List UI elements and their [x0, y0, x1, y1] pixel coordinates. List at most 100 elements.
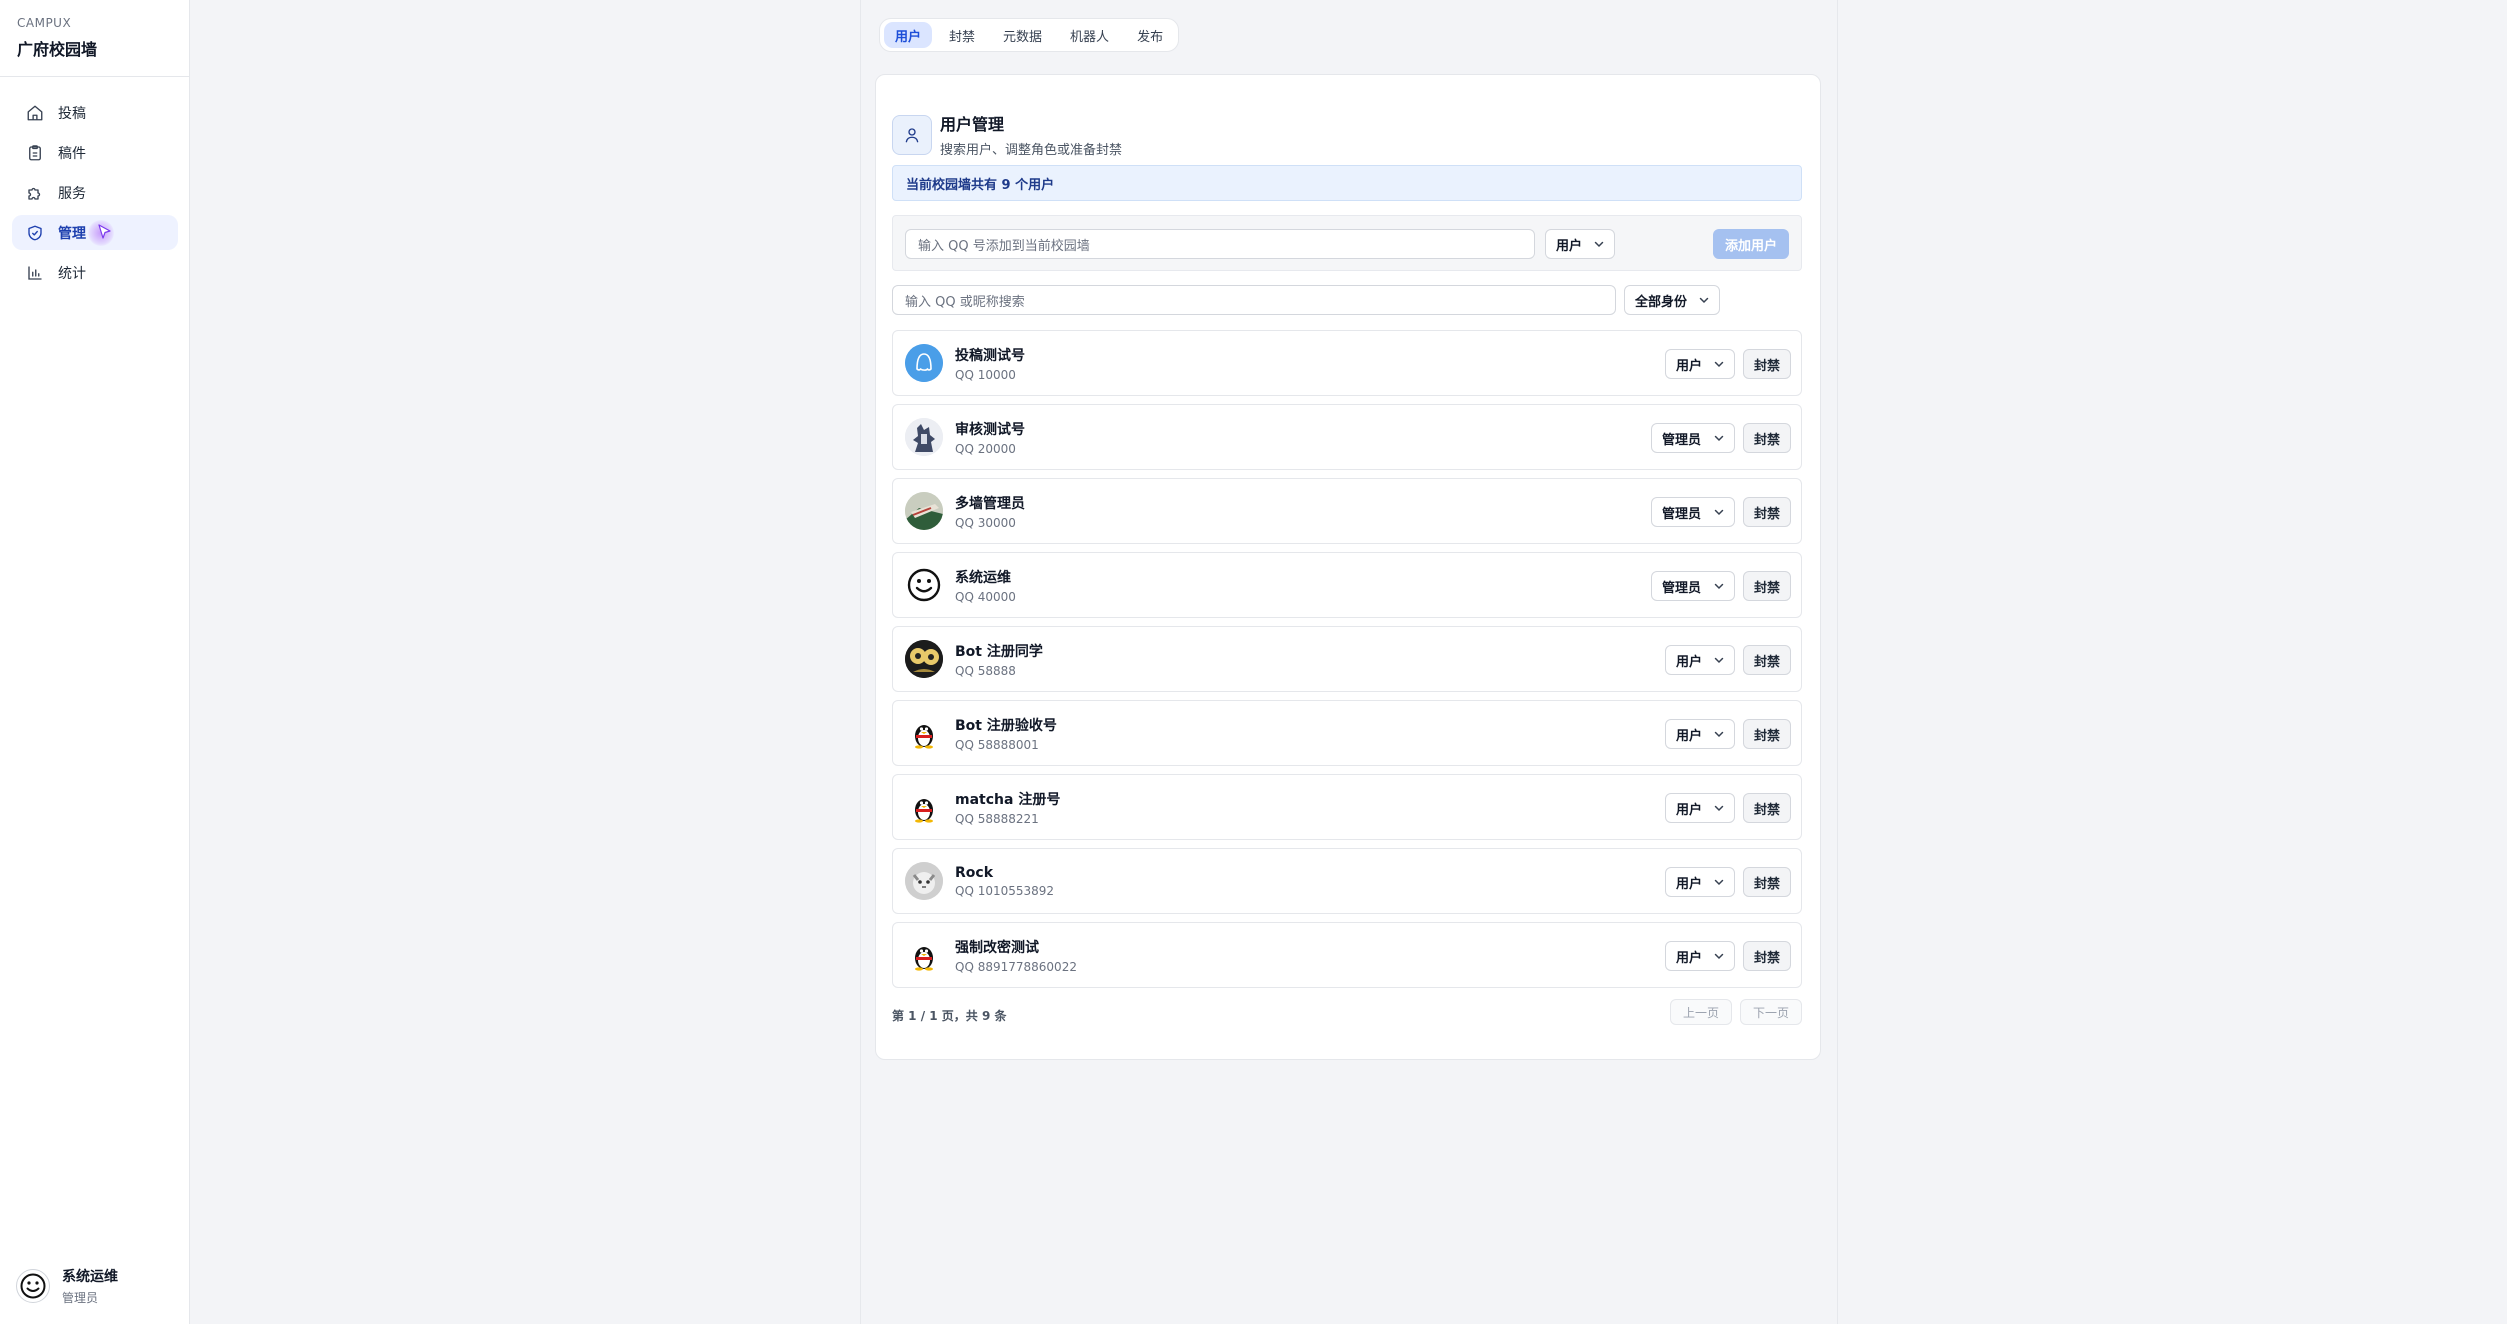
chevron-down-icon	[1713, 432, 1725, 444]
user-management-card: 用户管理 搜索用户、调整角色或准备封禁 当前校园墙共有 9 个用户 输入 QQ …	[875, 74, 1821, 1060]
ban-button[interactable]: 封禁	[1743, 719, 1791, 749]
add-role-select[interactable]: 用户	[1545, 229, 1615, 259]
avatar	[905, 936, 943, 974]
sidebar-item-label: 稿件	[58, 145, 86, 162]
sidebar-item-submit[interactable]: 投稿	[12, 95, 178, 130]
role-value: 用户	[1676, 654, 1703, 670]
chevron-down-icon	[1593, 238, 1605, 250]
add-qq-input[interactable]: 输入 QQ 号添加到当前校园墙	[905, 229, 1535, 259]
role-select[interactable]: 管理员	[1651, 423, 1735, 453]
admin-tabs: 用户 封禁 元数据 机器人 发布	[879, 18, 1180, 52]
role-value: 用户	[1676, 728, 1703, 744]
sidebar: CAMPUX 广府校园墙 投稿 稿件 服务 管理 统计 系统运维 管理员	[0, 0, 190, 1324]
avatar	[905, 788, 943, 826]
role-value: 管理员	[1662, 506, 1702, 522]
qq-penguin-icon	[915, 947, 933, 971]
role-select[interactable]: 管理员	[1651, 571, 1735, 601]
brand: CAMPUX 广府校园墙	[0, 0, 189, 77]
prev-page-button[interactable]: 上一页	[1669, 999, 1732, 1025]
chevron-down-icon	[1698, 294, 1710, 306]
shield-icon	[26, 224, 44, 242]
pagination: 上一页 下一页	[1662, 999, 1802, 1025]
role-select[interactable]: 用户	[1665, 867, 1735, 897]
pagination-summary: 第 1 / 1 页，共 9 条	[892, 1009, 1007, 1023]
ban-button[interactable]: 封禁	[1743, 867, 1791, 897]
user-qq: QQ 58888	[955, 663, 1016, 678]
role-value: 用户	[1676, 358, 1703, 374]
role-select[interactable]: 用户	[1665, 645, 1735, 675]
user-count-notice: 当前校园墙共有 9 个用户	[892, 165, 1802, 201]
bar-chart-icon	[26, 264, 44, 282]
ban-button[interactable]: 封禁	[1743, 423, 1791, 453]
anime-figure-avatar-icon	[905, 418, 943, 456]
user-name: 强制改密测试	[955, 939, 1039, 956]
cursor-icon	[98, 224, 112, 244]
role-value: 用户	[1676, 876, 1703, 892]
chevron-down-icon	[1713, 580, 1725, 592]
chevron-down-icon	[1713, 876, 1725, 888]
ban-button[interactable]: 封禁	[1743, 793, 1791, 823]
user-name: 审核测试号	[955, 421, 1025, 438]
sidebar-item-stats[interactable]: 统计	[12, 255, 178, 290]
add-role-value: 用户	[1556, 238, 1583, 254]
home-icon	[26, 104, 44, 122]
user-list: 投稿测试号 QQ 10000 用户 封禁 审核测试号 QQ 20000 管理员 …	[892, 330, 1802, 996]
avatar	[905, 492, 943, 530]
sidebar-item-label: 服务	[58, 185, 86, 202]
chevron-down-icon	[1713, 950, 1725, 962]
clipboard-icon	[26, 144, 44, 162]
ban-button[interactable]: 封禁	[1743, 941, 1791, 971]
ban-button[interactable]: 封禁	[1743, 497, 1791, 527]
landscape-avatar-icon	[905, 492, 943, 530]
sidebar-item-services[interactable]: 服务	[12, 175, 178, 210]
role-value: 管理员	[1662, 432, 1702, 448]
avatar	[905, 862, 943, 900]
sidebar-item-label: 统计	[58, 265, 86, 282]
sidebar-item-posts[interactable]: 稿件	[12, 135, 178, 170]
role-select[interactable]: 用户	[1665, 793, 1735, 823]
ban-button[interactable]: 封禁	[1743, 349, 1791, 379]
role-value: 用户	[1676, 950, 1703, 966]
role-select[interactable]: 用户	[1665, 719, 1735, 749]
ban-button[interactable]: 封禁	[1743, 571, 1791, 601]
qq-penguin-icon	[915, 799, 933, 823]
list-item: 多墙管理员 QQ 30000 管理员 封禁	[892, 478, 1802, 544]
current-user[interactable]: 系统运维 管理员	[16, 1266, 118, 1306]
search-input[interactable]: 输入 QQ 或昵称搜索	[892, 285, 1616, 315]
list-item: 审核测试号 QQ 20000 管理员 封禁	[892, 404, 1802, 470]
main-column: 用户 封禁 元数据 机器人 发布 用户管理 搜索用户、调整角色或准备封禁 当前校…	[860, 0, 1838, 1324]
role-value: 管理员	[1662, 580, 1702, 596]
tab-bots[interactable]: 机器人	[1059, 22, 1120, 48]
cartoon-avatar-icon	[905, 640, 943, 678]
current-user-name: 系统运维	[62, 1269, 118, 1285]
user-qq: QQ 8891778860022	[955, 959, 1077, 974]
list-item: 系统运维 QQ 40000 管理员 封禁	[892, 552, 1802, 618]
chevron-down-icon	[1713, 728, 1725, 740]
role-filter-select[interactable]: 全部身份	[1624, 285, 1720, 315]
tab-users[interactable]: 用户	[884, 22, 933, 48]
avatar	[16, 1269, 50, 1303]
role-select[interactable]: 用户	[1665, 349, 1735, 379]
user-qq: QQ 58888221	[955, 811, 1039, 826]
user-qq: QQ 30000	[955, 515, 1016, 530]
tab-metadata[interactable]: 元数据	[992, 22, 1053, 48]
card-header: 用户管理 搜索用户、调整角色或准备封禁	[892, 111, 1122, 158]
role-select[interactable]: 用户	[1665, 941, 1735, 971]
tab-publish[interactable]: 发布	[1126, 22, 1174, 48]
list-item: 强制改密测试 QQ 8891778860022 用户 封禁	[892, 922, 1802, 988]
role-select[interactable]: 管理员	[1651, 497, 1735, 527]
role-filter-value: 全部身份	[1635, 294, 1688, 310]
chevron-down-icon	[1713, 506, 1725, 518]
tab-bans[interactable]: 封禁	[938, 22, 986, 48]
user-qq: QQ 40000	[955, 589, 1016, 604]
user-name: Bot 注册同学	[955, 643, 1043, 660]
add-user-button[interactable]: 添加用户	[1713, 229, 1789, 259]
ban-button[interactable]: 封禁	[1743, 645, 1791, 675]
sidebar-item-admin[interactable]: 管理	[12, 215, 178, 250]
user-qq: QQ 1010553892	[955, 883, 1055, 898]
next-page-button[interactable]: 下一页	[1739, 999, 1802, 1025]
avatar	[905, 714, 943, 752]
page-title: 用户管理	[940, 115, 1005, 134]
list-item: Bot 注册验收号 QQ 58888001 用户 封禁	[892, 700, 1802, 766]
user-name: 多墙管理员	[955, 495, 1025, 512]
